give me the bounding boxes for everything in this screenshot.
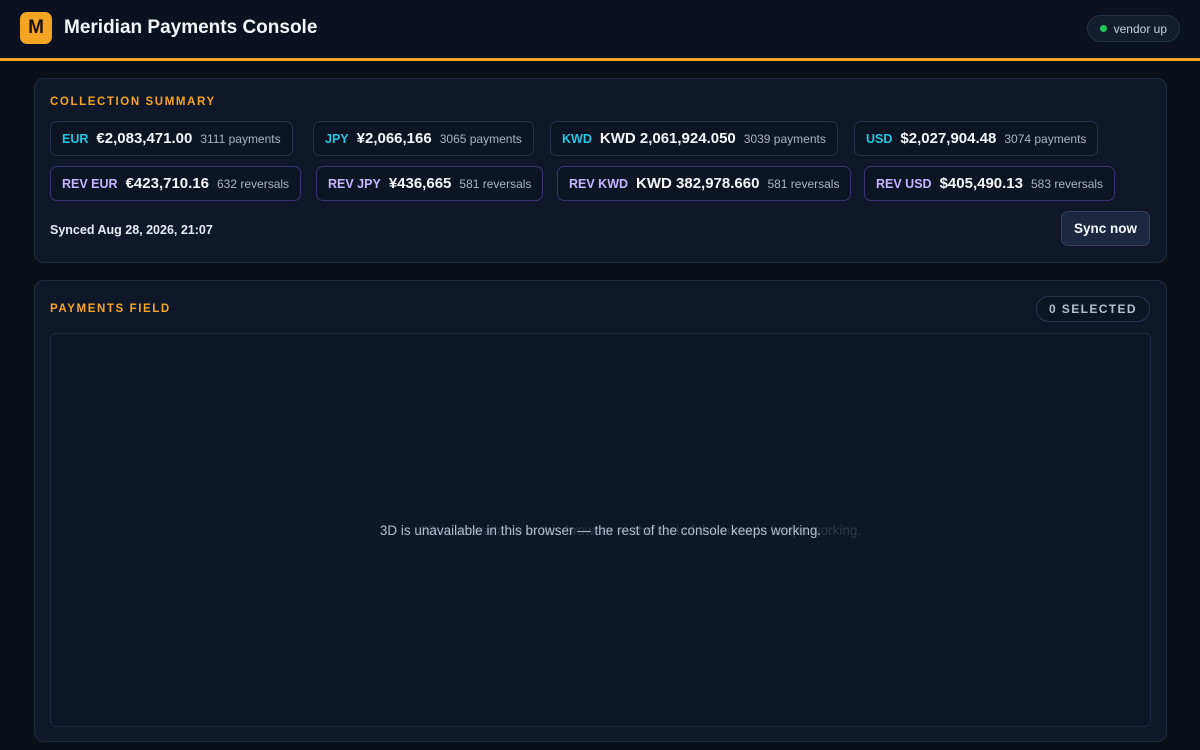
app-title: Meridian Payments Console <box>64 17 318 38</box>
chip-count: 3111 payments <box>200 131 281 146</box>
vendor-status-label: vendor up <box>1113 21 1167 36</box>
chip-count: 3039 payments <box>743 131 826 146</box>
chip-code: REV USD <box>876 176 932 191</box>
chip-amount: KWD 382,978.660 <box>636 175 760 192</box>
chip-amount: €2,083,471.00 <box>96 130 193 147</box>
payments-field-panel: PAYMENTS FIELD 0 SELECTED 3D is unavaila… <box>34 280 1167 742</box>
payment-chip-usd: USD $2,027,904.48 3074 payments <box>854 121 1099 156</box>
payment-chip-eur: EUR €2,083,471.00 3111 payments <box>50 121 293 156</box>
collection-summary-title: COLLECTION SUMMARY <box>50 96 216 108</box>
chip-amount: $2,027,904.48 <box>900 130 997 147</box>
reversal-chip-eur: REV EUR €423,710.16 632 reversals <box>50 166 302 201</box>
chip-code: EUR <box>62 131 89 146</box>
chip-count: 581 reversals <box>767 176 840 191</box>
chip-code: KWD <box>562 131 592 146</box>
reversal-chip-jpy: REV JPY ¥436,665 581 reversals <box>316 166 544 201</box>
top-bar: M Meridian Payments Console vendor up <box>0 0 1200 61</box>
sync-timestamp: Synced Aug 28, 2026, 21:07 <box>50 223 213 237</box>
chip-code: REV KWD <box>569 176 629 191</box>
chip-amount: ¥436,665 <box>388 175 452 192</box>
chip-count: 581 reversals <box>459 176 532 191</box>
3d-viewport[interactable]: 3D is unavailable in this browser — the … <box>50 333 1151 727</box>
chip-code: REV EUR <box>62 176 118 191</box>
chip-code: JPY <box>325 131 349 146</box>
chip-amount: KWD 2,061,924.050 <box>599 130 736 147</box>
chip-amount: ¥2,066,166 <box>356 130 432 147</box>
3d-unavailable-message: 3D is unavailable in this browser — the … <box>379 522 822 538</box>
reversal-chip-usd: REV USD $405,490.13 583 reversals <box>864 166 1116 201</box>
payments-field-title: PAYMENTS FIELD <box>50 303 171 315</box>
chip-amount: $405,490.13 <box>939 175 1023 192</box>
payment-chip-kwd: KWD KWD 2,061,924.050 3039 payments <box>550 121 838 156</box>
payment-chip-jpy: JPY ¥2,066,166 3065 payments <box>313 121 534 156</box>
vendor-status-badge: vendor up <box>1086 15 1180 42</box>
app-logo: M <box>20 12 52 44</box>
sync-now-button[interactable]: Sync now <box>1061 211 1150 246</box>
selected-count-badge: 0 SELECTED <box>1035 296 1150 322</box>
collection-summary-panel: COLLECTION SUMMARY EUR €2,083,471.00 311… <box>34 78 1167 263</box>
chip-count: 583 reversals <box>1031 176 1104 191</box>
chip-code: REV JPY <box>328 176 381 191</box>
reversal-chip-kwd: REV KWD KWD 382,978.660 581 reversals <box>557 166 852 201</box>
status-dot-icon <box>1099 25 1107 32</box>
chip-count: 3065 payments <box>439 131 522 146</box>
chip-amount: €423,710.16 <box>125 175 209 192</box>
chip-count: 3074 payments <box>1004 131 1087 146</box>
chip-count: 632 reversals <box>217 176 290 191</box>
chip-code: USD <box>866 131 893 146</box>
